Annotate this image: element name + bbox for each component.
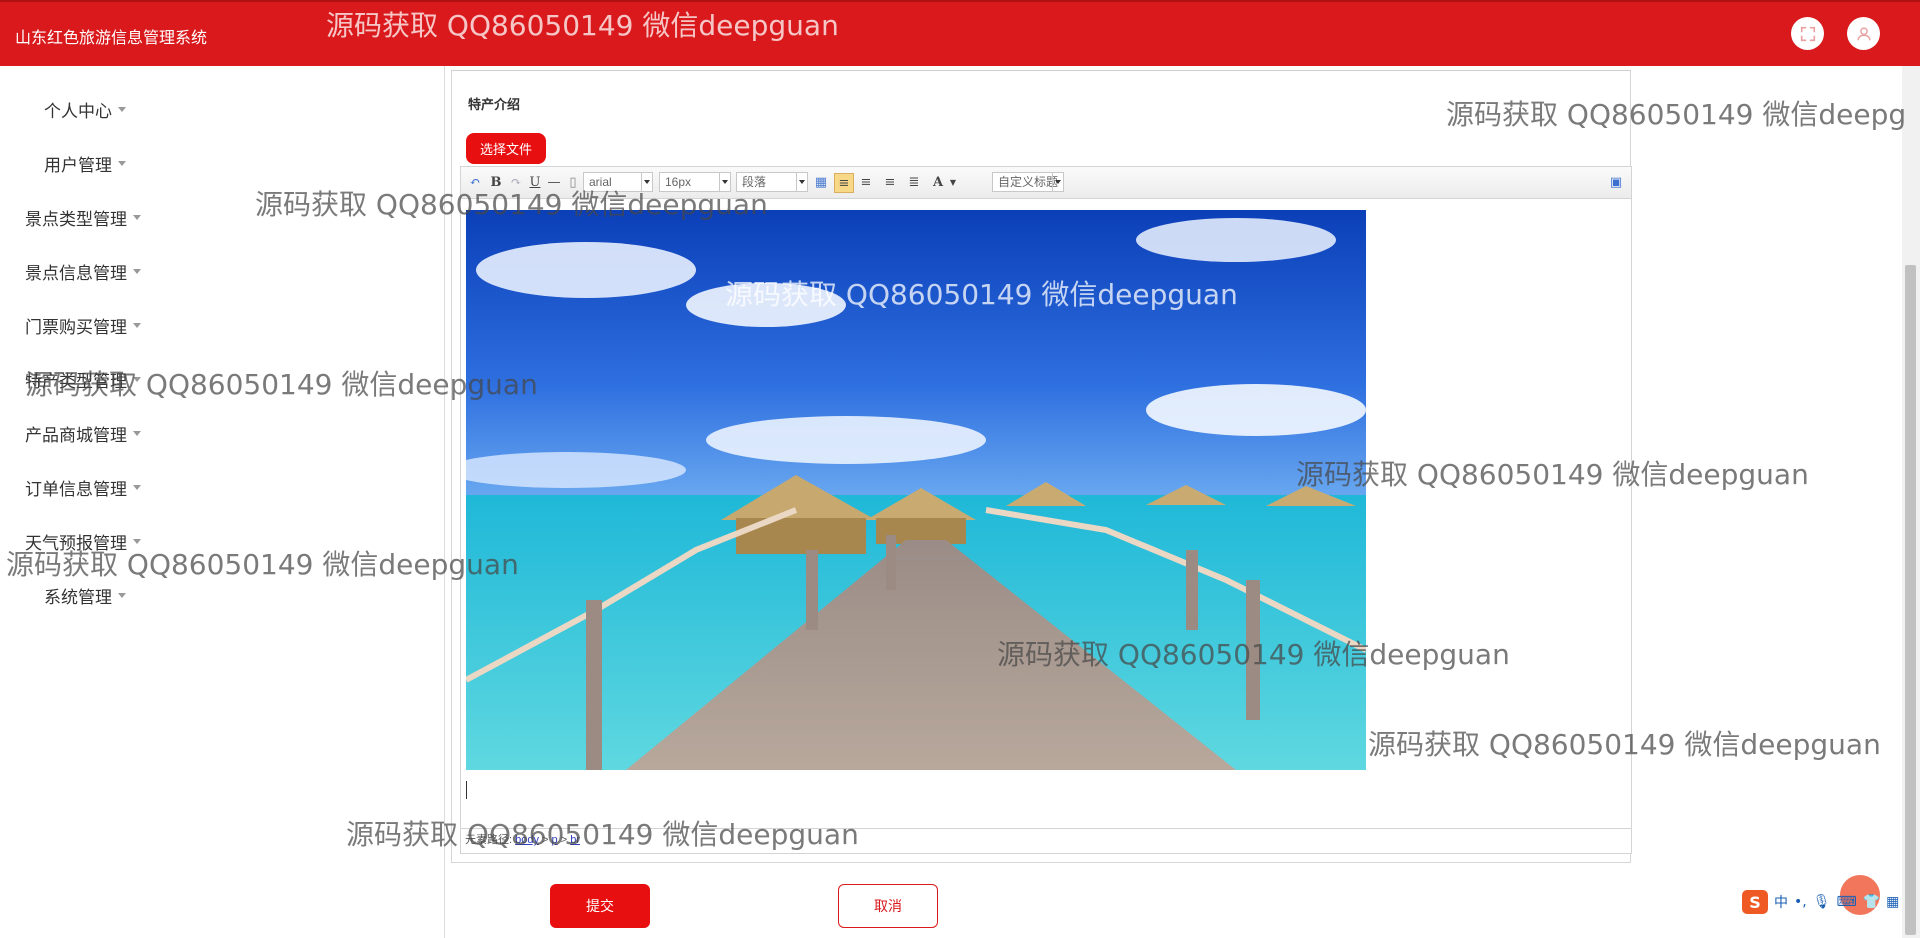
path-link-br[interactable]: br [570,834,580,846]
paste-icon[interactable]: ▯ [564,173,582,191]
align-center-icon[interactable]: ≡ [881,173,899,191]
ime-punctuation[interactable]: •, [1794,894,1807,910]
sidebar-item-label: 个人中心 [44,102,112,122]
sidebar-item-label: 天气预报管理 [25,534,127,554]
dropdown-arrow-icon [1052,173,1063,191]
path-link-p[interactable]: p [552,834,558,846]
horizontal-rule-icon[interactable]: — [545,173,563,191]
caret-down-icon [133,215,141,220]
sidebar-item-specialty-type[interactable]: 特产类型管理 [25,367,141,392]
font-size-select[interactable]: 16px [659,172,731,192]
sidebar-item-system[interactable]: 系统管理 [44,583,126,608]
sidebar-item-scenic-type[interactable]: 景点类型管理 [25,205,141,230]
skin-icon[interactable]: 👕 [1863,894,1880,910]
caret-down-icon [133,485,141,490]
choose-file-button[interactable]: 选择文件 [466,133,546,164]
fullscreen-editor-icon[interactable]: ▣ [1607,173,1625,191]
editor-toolbar: ↶ B ↷ U — ▯ arial 16px 段落 ▦ ≡ ≡ ≡ ≣ A ▼ … [461,167,1631,199]
scrollbar-thumb[interactable] [1905,265,1916,935]
custom-title-value: 自定义标题 [998,175,1059,189]
align-justify-icon[interactable]: ≣ [905,173,923,191]
fullscreen-button[interactable] [1791,17,1824,50]
sidebar-item-ticket-purchase[interactable]: 门票购买管理 [25,313,141,338]
sidebar-item-label: 景点信息管理 [25,264,127,284]
caret-down-icon [118,593,126,598]
microphone-icon[interactable]: 🎙 [1813,894,1831,910]
redo-icon[interactable]: ↷ [507,173,525,191]
sogou-logo-icon: S [1742,890,1768,914]
ime-mode-label[interactable]: 中 [1774,892,1788,912]
sidebar-item-personal-center[interactable]: 个人中心 [44,97,126,122]
grid-menu-icon[interactable]: ▦ [1886,894,1899,910]
caret-down-icon [133,539,141,544]
element-path-label: 元素路径: [465,834,513,846]
caret-down-icon [118,161,126,166]
cancel-button[interactable]: 取消 [838,884,938,928]
ime-toolbar[interactable]: S 中 •, 🎙 ⌨ 👕 ▦ [1742,886,1920,918]
top-header: 山东红色旅游信息管理系统 [0,0,1920,66]
sidebar-item-label: 景点类型管理 [25,210,127,230]
sidebar-item-label: 系统管理 [44,588,112,608]
sidebar-item-weather[interactable]: 天气预报管理 [25,529,141,554]
sidebar-item-label: 产品商城管理 [25,426,127,446]
sidebar-item-product-mall[interactable]: 产品商城管理 [25,421,141,446]
align-left-icon[interactable]: ≡ [834,173,854,193]
path-link-body[interactable]: body [515,834,539,846]
bold-icon[interactable]: B [487,173,505,191]
underline-icon[interactable]: U [526,173,544,191]
caret-down-icon[interactable]: ▼ [944,173,962,191]
sidebar-item-label: 订单信息管理 [25,480,127,500]
user-avatar-button[interactable] [1847,17,1880,50]
submit-button[interactable]: 提交 [550,884,650,928]
element-path-bar: 元素路径: body > p > br [461,828,1631,852]
dropdown-arrow-icon [719,173,730,191]
sidebar-item-label: 用户管理 [44,156,112,176]
editor-image[interactable] [466,210,1366,770]
table-icon[interactable]: ▦ [812,173,830,191]
sidebar [0,66,445,938]
dropdown-arrow-icon [796,173,807,191]
custom-title-select[interactable]: 自定义标题 [992,172,1064,192]
caret-down-icon [133,323,141,328]
fullscreen-icon [1800,26,1815,41]
caret-down-icon [118,107,126,112]
paragraph-select[interactable]: 段落 [736,172,808,192]
keyboard-icon[interactable]: ⌨ [1837,894,1857,910]
text-cursor [466,781,467,799]
tropical-pier-image [466,210,1366,770]
caret-down-icon [133,431,141,436]
font-family-value: arial [589,175,612,189]
undo-icon[interactable]: ↶ [466,173,484,191]
caret-down-icon [133,269,141,274]
align-right-icon[interactable]: ≡ [857,173,875,191]
sidebar-item-label: 门票购买管理 [25,318,127,338]
dropdown-arrow-icon [641,173,652,191]
font-family-select[interactable]: arial [583,172,653,192]
divider [451,70,1631,71]
paragraph-value: 段落 [742,175,767,189]
font-size-value: 16px [665,175,692,189]
field-label-specialty-intro: 特产介绍 [468,98,521,113]
sidebar-item-label: 特产类型管理 [25,372,127,392]
sidebar-item-scenic-info[interactable]: 景点信息管理 [25,259,141,284]
user-icon [1856,26,1871,40]
caret-down-icon [133,377,141,382]
sidebar-item-order-info[interactable]: 订单信息管理 [25,475,141,500]
sidebar-item-user-management[interactable]: 用户管理 [44,151,126,176]
app-title: 山东红色旅游信息管理系统 [15,28,208,47]
